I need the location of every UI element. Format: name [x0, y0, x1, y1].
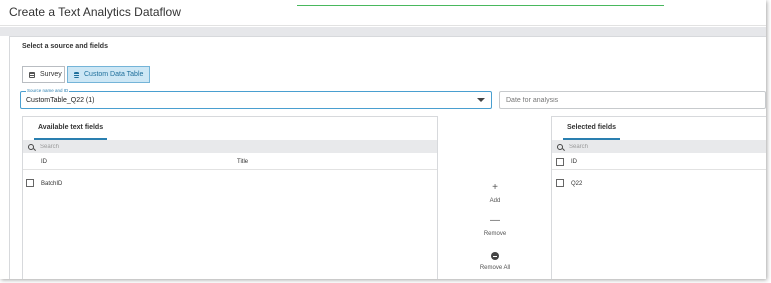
row-id: BatchID: [41, 181, 63, 187]
chevron-down-icon: [477, 98, 485, 102]
source-select-value: CustomTable_Q22 (1): [26, 97, 95, 104]
search-icon: [557, 143, 563, 150]
select-all-checkbox[interactable]: [556, 158, 564, 166]
available-search-bar: [23, 140, 437, 153]
table-row[interactable]: BatchID: [23, 176, 437, 192]
selected-search-input[interactable]: [569, 143, 729, 150]
tab-selected-fields[interactable]: Selected fields: [563, 117, 621, 140]
table-row[interactable]: Q22: [552, 176, 766, 192]
selected-column-header: ID: [552, 154, 766, 170]
available-column-header: ID Title: [23, 154, 437, 170]
available-search-input[interactable]: [40, 143, 200, 150]
source-select-legend: Source name and ID: [26, 88, 70, 93]
minus-circle-icon: [491, 252, 499, 260]
header-band: [0, 27, 766, 36]
progress-indicator: [297, 5, 664, 6]
section-title: Select a source and fields: [22, 43, 108, 50]
remove-all-label: Remove All: [479, 265, 511, 271]
available-fields-panel: Available text fields ID Title BatchID: [22, 116, 438, 279]
column-header-id: ID: [571, 159, 577, 165]
remove-button[interactable]: — Remove: [465, 215, 525, 238]
column-header-title: Title: [237, 159, 249, 165]
custom-data-table-button[interactable]: Custom Data Table: [67, 66, 150, 83]
row-checkbox[interactable]: [26, 179, 34, 187]
remove-all-button[interactable]: Remove All: [465, 250, 525, 271]
selected-search-bar: [552, 140, 766, 153]
add-label: Add: [489, 198, 501, 204]
selected-fields-panel: Selected fields ID Q22: [551, 116, 766, 279]
database-icon: [74, 71, 79, 78]
survey-source-button[interactable]: Survey: [22, 66, 65, 83]
source-name-select[interactable]: Source name and ID CustomTable_Q22 (1): [20, 88, 492, 109]
dialog-title: Create a Text Analytics Dataflow: [9, 5, 181, 19]
dataflow-dialog: Create a Text Analytics Dataflow Select …: [0, 0, 766, 279]
survey-icon: [29, 71, 35, 78]
tab-available-text-fields[interactable]: Available text fields: [34, 117, 108, 140]
row-id: Q22: [571, 181, 583, 187]
plus-icon: +: [492, 182, 498, 193]
remove-label: Remove: [483, 231, 507, 237]
custom-data-table-label: Custom Data Table: [84, 71, 144, 78]
add-button[interactable]: + Add: [465, 182, 525, 205]
column-header-id: ID: [41, 159, 47, 165]
date-for-analysis-input[interactable]: [499, 91, 766, 109]
row-checkbox[interactable]: [556, 179, 564, 187]
minus-icon: —: [490, 215, 500, 226]
survey-source-label: Survey: [40, 71, 62, 78]
search-icon: [28, 143, 34, 150]
dialog-header: Create a Text Analytics Dataflow: [0, 0, 766, 26]
